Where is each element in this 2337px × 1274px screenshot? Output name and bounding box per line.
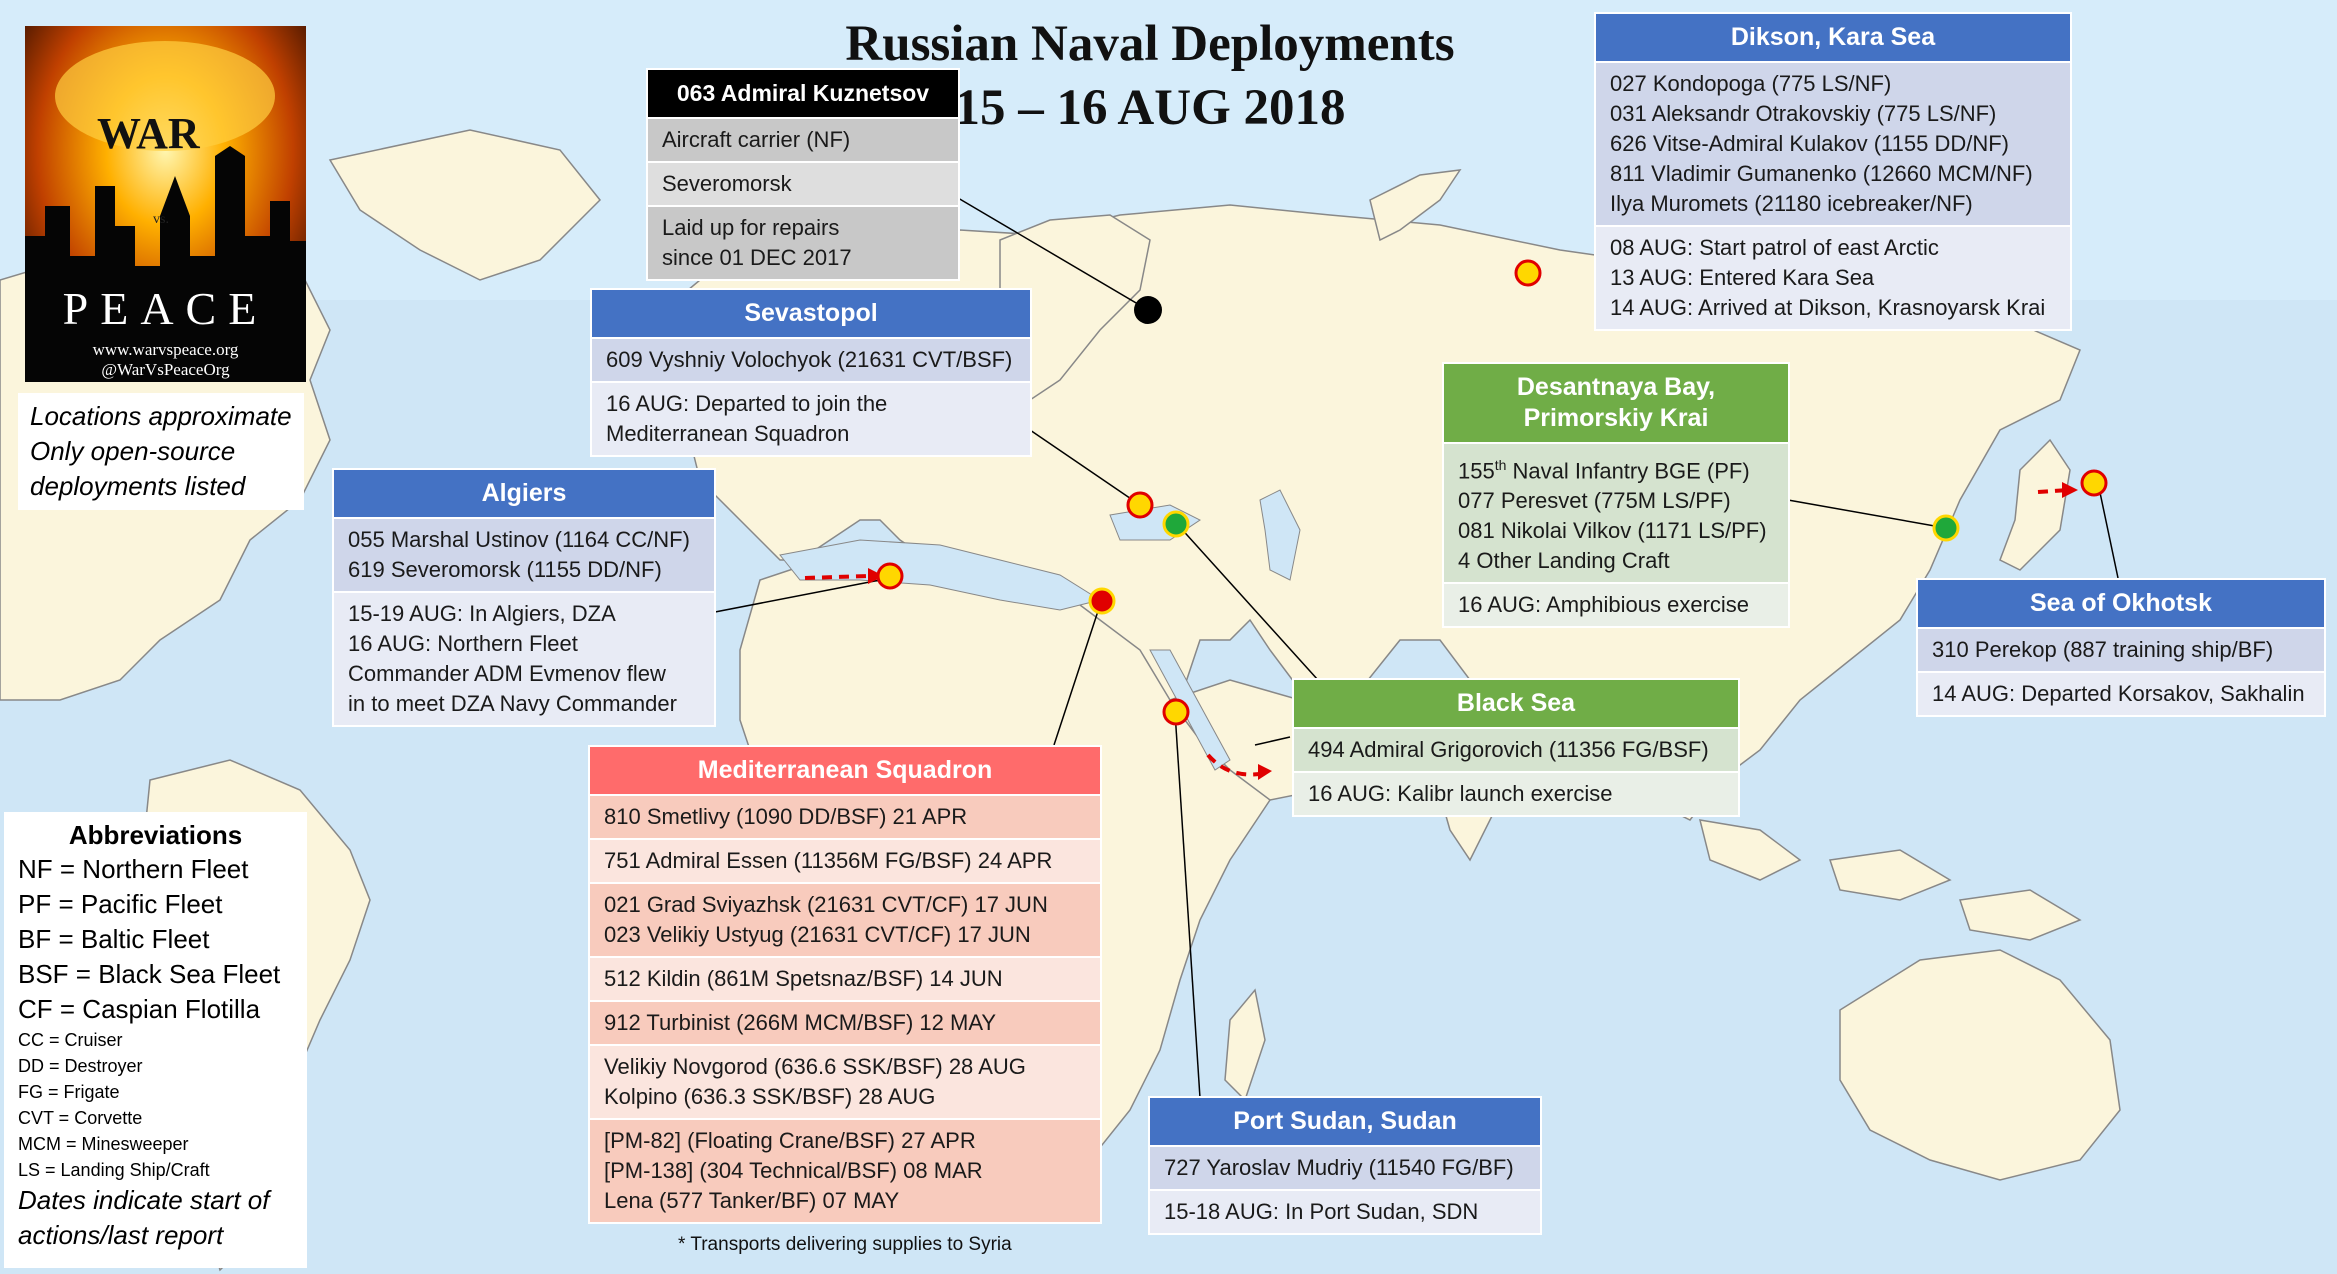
abbr-fleet: CF = Caspian Flotilla bbox=[18, 994, 261, 1024]
sevastopol-header: Sevastopol bbox=[590, 288, 1032, 339]
marker-kuznetsov bbox=[1134, 296, 1162, 324]
portsudan-header: Port Sudan, Sudan bbox=[1148, 1096, 1542, 1147]
war-vs-peace-logo: WAR vs. PEACE www.warvspeace.org @WarVsP… bbox=[25, 26, 306, 382]
algiers-box: Algiers 055 Marshal Ustinov (1164 CC/NF)… bbox=[332, 468, 716, 727]
abbr-type: DD = Destroyer bbox=[18, 1056, 143, 1076]
desantnaya-box: Desantnaya Bay, Primorskiy Krai 155th Na… bbox=[1442, 362, 1790, 629]
sevastopol-ships: 609 Vyshniy Volochyok (21631 CVT/BSF) bbox=[590, 339, 1032, 383]
blacksea-events: 16 AUG: Kalibr launch exercise bbox=[1292, 773, 1740, 817]
marker-portsudan bbox=[1162, 698, 1190, 726]
abbr-fleet: BSF = Black Sea Fleet bbox=[18, 959, 281, 989]
abbreviations-legend: Abbreviations NF = Northern Fleet PF = P… bbox=[4, 812, 307, 1268]
kuznetsov-box: 063 Admiral Kuznetsov Aircraft carrier (… bbox=[646, 68, 960, 281]
blacksea-ships: 494 Admiral Grigorovich (11356 FG/BSF) bbox=[1292, 729, 1740, 773]
abbr-fleet: NF = Northern Fleet bbox=[18, 854, 249, 884]
sevastopol-events: 16 AUG: Departed to join the Mediterrane… bbox=[590, 383, 1032, 457]
marker-sevastopol bbox=[1126, 491, 1154, 519]
abbr-type: CVT = Corvette bbox=[18, 1108, 143, 1128]
sevastopol-box: Sevastopol 609 Vyshniy Volochyok (21631 … bbox=[590, 288, 1032, 457]
kuznetsov-base: Severomorsk bbox=[646, 163, 960, 207]
abbr-note: actions/last report bbox=[18, 1220, 224, 1250]
med-group: 021 Grad Sviyazhsk (21631 CVT/CF) 17 JUN… bbox=[588, 884, 1102, 958]
desantnaya-header: Desantnaya Bay, Primorskiy Krai bbox=[1442, 362, 1790, 444]
portsudan-events: 15-18 AUG: In Port Sudan, SDN bbox=[1148, 1191, 1542, 1235]
algiers-header: Algiers bbox=[332, 468, 716, 519]
abbr-type: CC = Cruiser bbox=[18, 1030, 123, 1050]
kuznetsov-header: 063 Admiral Kuznetsov bbox=[646, 68, 960, 119]
logo-word-mid: vs. bbox=[153, 212, 169, 227]
med-group: 912 Turbinist (266M MCM/BSF) 12 MAY bbox=[588, 1002, 1102, 1046]
dikson-events: 08 AUG: Start patrol of east Arctic 13 A… bbox=[1594, 227, 2072, 331]
logo-word-bottom: PEACE bbox=[62, 283, 269, 334]
locations-note: Locations approximate Only open-source d… bbox=[18, 393, 304, 510]
note-line: deployments listed bbox=[30, 471, 246, 501]
okhotsk-events: 14 AUG: Departed Korsakov, Sakhalin bbox=[1916, 673, 2326, 717]
algiers-events: 15-19 AUG: In Algiers, DZA 16 AUG: North… bbox=[332, 593, 716, 727]
marker-desantnaya bbox=[1932, 514, 1960, 542]
marker-algiers bbox=[876, 562, 904, 590]
title-line-1: Russian Naval Deployments bbox=[845, 16, 1455, 72]
med-box: Mediterranean Squadron 810 Smetlivy (109… bbox=[588, 745, 1102, 1224]
okhotsk-box: Sea of Okhotsk 310 Perekop (887 training… bbox=[1916, 578, 2326, 717]
marker-okhotsk bbox=[2080, 469, 2108, 497]
abbr-type: MCM = Minesweeper bbox=[18, 1134, 189, 1154]
logo-word-top: WAR bbox=[97, 109, 200, 158]
algiers-ships: 055 Marshal Ustinov (1164 CC/NF) 619 Sev… bbox=[332, 519, 716, 593]
portsudan-ships: 727 Yaroslav Mudriy (11540 FG/BF) bbox=[1148, 1147, 1542, 1191]
abbr-fleet: BF = Baltic Fleet bbox=[18, 924, 210, 954]
logo-handle: @WarVsPeaceOrg bbox=[101, 360, 230, 379]
logo-site: www.warvspeace.org bbox=[92, 340, 239, 359]
desantnaya-ships: 155th Naval Infantry BGE (PF) 077 Peresv… bbox=[1442, 444, 1790, 585]
med-group: [PM-82] (Floating Crane/BSF) 27 APR [PM-… bbox=[588, 1120, 1102, 1224]
marker-dikson bbox=[1514, 259, 1542, 287]
blacksea-box: Black Sea 494 Admiral Grigorovich (11356… bbox=[1292, 678, 1740, 817]
portsudan-box: Port Sudan, Sudan 727 Yaroslav Mudriy (1… bbox=[1148, 1096, 1542, 1235]
marker-blacksea bbox=[1162, 510, 1190, 538]
med-group: 512 Kildin (861M Spetsnaz/BSF) 14 JUN bbox=[588, 958, 1102, 1002]
abbr-type: LS = Landing Ship/Craft bbox=[18, 1160, 210, 1180]
okhotsk-header: Sea of Okhotsk bbox=[1916, 578, 2326, 629]
marker-med bbox=[1088, 587, 1116, 615]
desantnaya-events: 16 AUG: Amphibious exercise bbox=[1442, 584, 1790, 629]
okhotsk-ships: 310 Perekop (887 training ship/BF) bbox=[1916, 629, 2326, 673]
med-group: Velikiy Novgorod (636.6 SSK/BSF) 28 AUG … bbox=[588, 1046, 1102, 1120]
abbreviations-heading: Abbreviations bbox=[68, 820, 243, 850]
note-line: Locations approximate bbox=[30, 401, 292, 431]
med-group: 751 Admiral Essen (11356M FG/BSF) 24 APR bbox=[588, 840, 1102, 884]
abbr-type: FG = Frigate bbox=[18, 1082, 120, 1102]
dikson-box: Dikson, Kara Sea 027 Kondopoga (775 LS/N… bbox=[1594, 12, 2072, 331]
dikson-ships: 027 Kondopoga (775 LS/NF) 031 Aleksandr … bbox=[1594, 63, 2072, 227]
abbr-fleet: PF = Pacific Fleet bbox=[18, 889, 223, 919]
kuznetsov-type: Aircraft carrier (NF) bbox=[646, 119, 960, 163]
med-group: 810 Smetlivy (1090 DD/BSF) 21 APR bbox=[588, 796, 1102, 840]
med-header: Mediterranean Squadron bbox=[588, 745, 1102, 796]
dikson-header: Dikson, Kara Sea bbox=[1594, 12, 2072, 63]
kuznetsov-status: Laid up for repairs since 01 DEC 2017 bbox=[646, 207, 960, 281]
abbr-note: Dates indicate start of bbox=[18, 1185, 270, 1215]
footnote: * Transports delivering supplies to Syri… bbox=[678, 1234, 1012, 1255]
note-line: Only open-source bbox=[30, 436, 236, 466]
desantnaya-ship-0: 155th Naval Infantry BGE (PF) bbox=[1458, 457, 1750, 484]
blacksea-header: Black Sea bbox=[1292, 678, 1740, 729]
